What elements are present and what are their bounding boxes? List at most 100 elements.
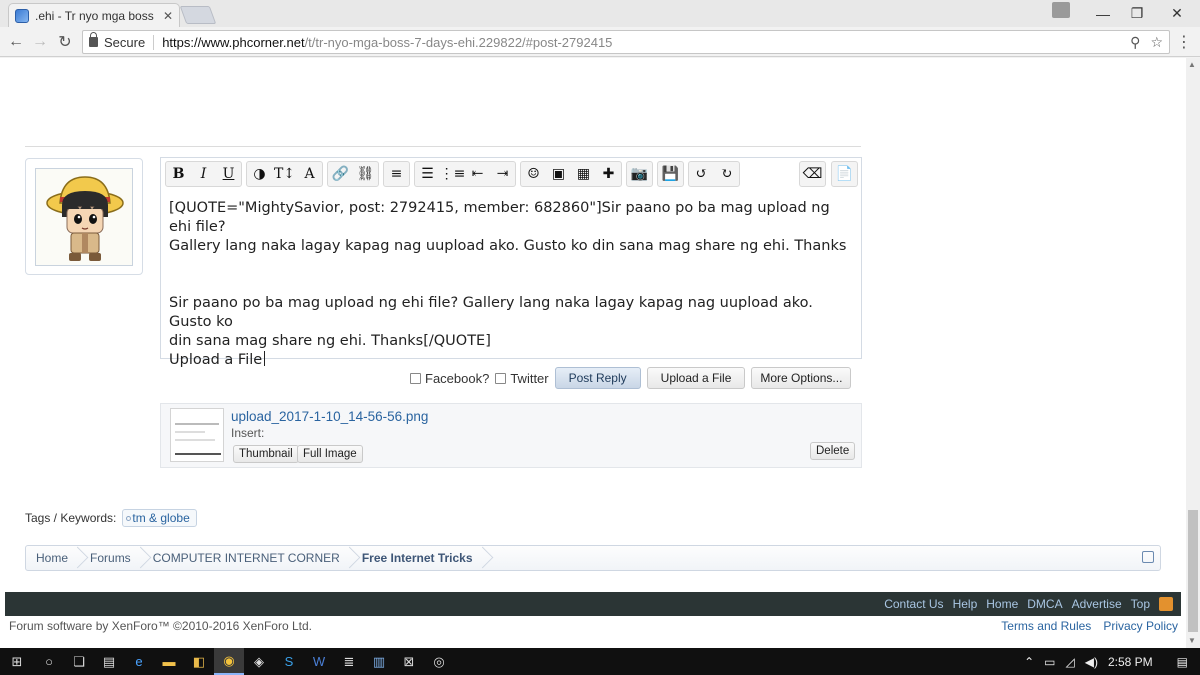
checkbox-box[interactable] <box>410 372 421 384</box>
terms-and-rules-link[interactable]: Terms and Rules <box>1001 619 1091 633</box>
scroll-thumb[interactable] <box>1188 510 1198 632</box>
insert-icon[interactable]: ✚ <box>596 162 621 186</box>
breadcrumb-free-internet-tricks[interactable]: Free Internet Tricks <box>352 546 485 570</box>
facebook-checkbox[interactable]: Facebook? <box>410 371 489 386</box>
media-icon[interactable]: ▦ <box>571 162 596 186</box>
breadcrumb: Home Forums COMPUTER INTERNET CORNER Fre… <box>25 545 1161 571</box>
footer-advertise[interactable]: Advertise <box>1072 597 1122 611</box>
bookmark-star-icon[interactable]: ☆ <box>1150 34 1163 51</box>
image-icon[interactable]: ▣ <box>546 162 571 186</box>
app-icon[interactable]: ◎ <box>424 648 454 675</box>
editor-content[interactable]: [QUOTE="MightySavior, post: 2792415, mem… <box>169 199 855 370</box>
address-toolbar: ← → ↻ Secure https://www.phcorner.net/t/… <box>0 27 1200 57</box>
checkbox-box[interactable] <box>495 372 507 384</box>
numbered-list-icon[interactable]: ⋮≡ <box>440 162 466 186</box>
footer-dmca[interactable]: DMCA <box>1027 597 1062 611</box>
notepad-icon[interactable]: ≣ <box>334 648 364 675</box>
tab-close-icon[interactable]: ✕ <box>163 9 173 23</box>
smilie-icon[interactable]: ☺ <box>521 162 546 186</box>
attachment-filename-link[interactable]: upload_2017-1-10_14-56-56.png <box>231 409 428 424</box>
attachment-thumbnail[interactable] <box>170 408 224 462</box>
rss-icon[interactable] <box>1159 597 1173 611</box>
more-options-button[interactable]: More Options... <box>751 367 852 389</box>
outdent-icon[interactable]: ⇤ <box>465 162 490 186</box>
store-icon[interactable]: ▤ <box>94 648 124 675</box>
site-favicon-icon <box>15 8 29 23</box>
reply-editor[interactable]: B I U ◑ T↕ A 🔗 ⛓ ≡ ☰ ⋮≡ ⇤ ⇥ ☺ ▣ ▦ ✚ 📷 💾 ↺ ↻ ⌫ 📄 [QUOTE="Migh… <box>160 157 862 368</box>
tray-chevron-icon[interactable]: ⌃ <box>1024 655 1034 669</box>
indent-icon[interactable]: ⇥ <box>490 162 515 186</box>
insert-thumbnail-button[interactable]: Thumbnail <box>233 445 299 463</box>
url-bar[interactable]: Secure https://www.phcorner.net/t/tr-nyo… <box>82 30 1170 54</box>
windows-start-icon[interactable]: ⊞ <box>0 648 34 675</box>
battery-icon[interactable]: ▭ <box>1044 655 1055 669</box>
browser-tab[interactable]: .ehi - Tr nyo mga boss 7 ✕ <box>8 3 180 27</box>
url-host: https://www.phcorner.net <box>162 34 305 50</box>
save-draft-icon[interactable]: 💾 <box>658 162 683 186</box>
unlink-icon[interactable]: ⛓ <box>353 162 378 186</box>
remove-format-icon[interactable]: ⌫ <box>800 162 825 186</box>
tag-chip[interactable]: tm & globe <box>122 509 197 527</box>
word-icon[interactable]: W <box>304 648 334 675</box>
insert-label: Insert: <box>231 426 265 440</box>
chrome-icon[interactable]: ◉ <box>214 648 244 675</box>
page-scrollbar[interactable]: ▲ ▼ <box>1186 58 1200 648</box>
font-family-icon[interactable]: A <box>297 162 322 186</box>
reload-icon[interactable]: ↻ <box>55 32 75 52</box>
profile-icon[interactable] <box>1052 2 1070 18</box>
post-reply-button[interactable]: Post Reply <box>554 367 641 389</box>
back-arrow-icon[interactable]: ← <box>6 32 26 52</box>
italic-icon[interactable]: I <box>191 162 216 186</box>
app-icon[interactable]: ⊠ <box>394 648 424 675</box>
align-icon[interactable]: ≡ <box>384 162 409 186</box>
window-close-icon[interactable]: ✕ <box>1154 0 1200 27</box>
volume-icon[interactable]: ◀) <box>1085 655 1098 669</box>
chibi-character-icon <box>46 176 124 261</box>
bold-icon[interactable]: B <box>166 162 191 186</box>
footer-contact-us[interactable]: Contact Us <box>884 597 943 611</box>
footer-top[interactable]: Top <box>1131 597 1150 611</box>
breadcrumb-forums[interactable]: Forums <box>80 546 143 570</box>
avatar[interactable] <box>25 158 143 275</box>
toolbar-group: ≡ <box>383 161 410 187</box>
forward-arrow-icon[interactable]: → <box>30 32 50 52</box>
insert-full-image-button[interactable]: Full Image <box>297 445 363 463</box>
zoom-icon[interactable]: ⚲ <box>1130 34 1140 51</box>
bbcode-toggle-icon[interactable]: 📄 <box>832 162 857 186</box>
underline-icon[interactable]: U <box>216 162 241 186</box>
tags-label: Tags / Keywords: <box>25 511 117 525</box>
camera-icon[interactable]: 📷 <box>627 162 652 186</box>
app-icon[interactable]: ◧ <box>184 648 214 675</box>
breadcrumb-home[interactable]: Home <box>26 546 80 570</box>
search-icon[interactable]: ○ <box>34 648 64 675</box>
footer-help[interactable]: Help <box>953 597 978 611</box>
upload-file-button[interactable]: Upload a File <box>646 367 746 389</box>
jump-to-icon[interactable] <box>1142 551 1154 563</box>
privacy-policy-link[interactable]: Privacy Policy <box>1103 619 1178 633</box>
new-tab-button[interactable] <box>179 6 217 24</box>
twitter-checkbox[interactable]: Twitter <box>495 371 549 386</box>
scroll-down-icon[interactable]: ▼ <box>1188 636 1196 645</box>
delete-attachment-button[interactable]: Delete <box>810 442 856 460</box>
color-icon[interactable]: ◑ <box>247 162 272 186</box>
tab-title: .ehi - Tr nyo mga boss 7 <box>35 8 157 23</box>
bullet-list-icon[interactable]: ☰ <box>415 162 440 186</box>
clock[interactable]: 2:58 PM <box>1108 655 1153 669</box>
network-icon[interactable]: ◿ <box>1065 655 1074 669</box>
task-view-icon[interactable]: ❏ <box>64 648 94 675</box>
scroll-up-icon[interactable]: ▲ <box>1188 60 1196 69</box>
browser-menu-icon[interactable]: ⋮ <box>1176 32 1192 52</box>
redo-icon[interactable]: ↻ <box>714 162 739 186</box>
breadcrumb-computer-internet-corner[interactable]: COMPUTER INTERNET CORNER <box>143 546 352 570</box>
notification-icon[interactable]: ▤ <box>1177 655 1188 669</box>
file-explorer-icon[interactable]: ▬ <box>154 648 184 675</box>
editor-line: Sir paano po ba mag upload ng ehi file? … <box>169 295 818 330</box>
undo-icon[interactable]: ↺ <box>689 162 714 186</box>
app-icon[interactable]: ▥ <box>364 648 394 675</box>
footer-home[interactable]: Home <box>986 597 1018 611</box>
app-icon[interactable]: ◈ <box>244 648 274 675</box>
font-size-icon[interactable]: T↕ <box>272 162 297 186</box>
link-icon[interactable]: 🔗 <box>328 162 353 186</box>
skype-icon[interactable]: S <box>274 648 304 675</box>
edge-icon[interactable]: e <box>124 648 154 675</box>
